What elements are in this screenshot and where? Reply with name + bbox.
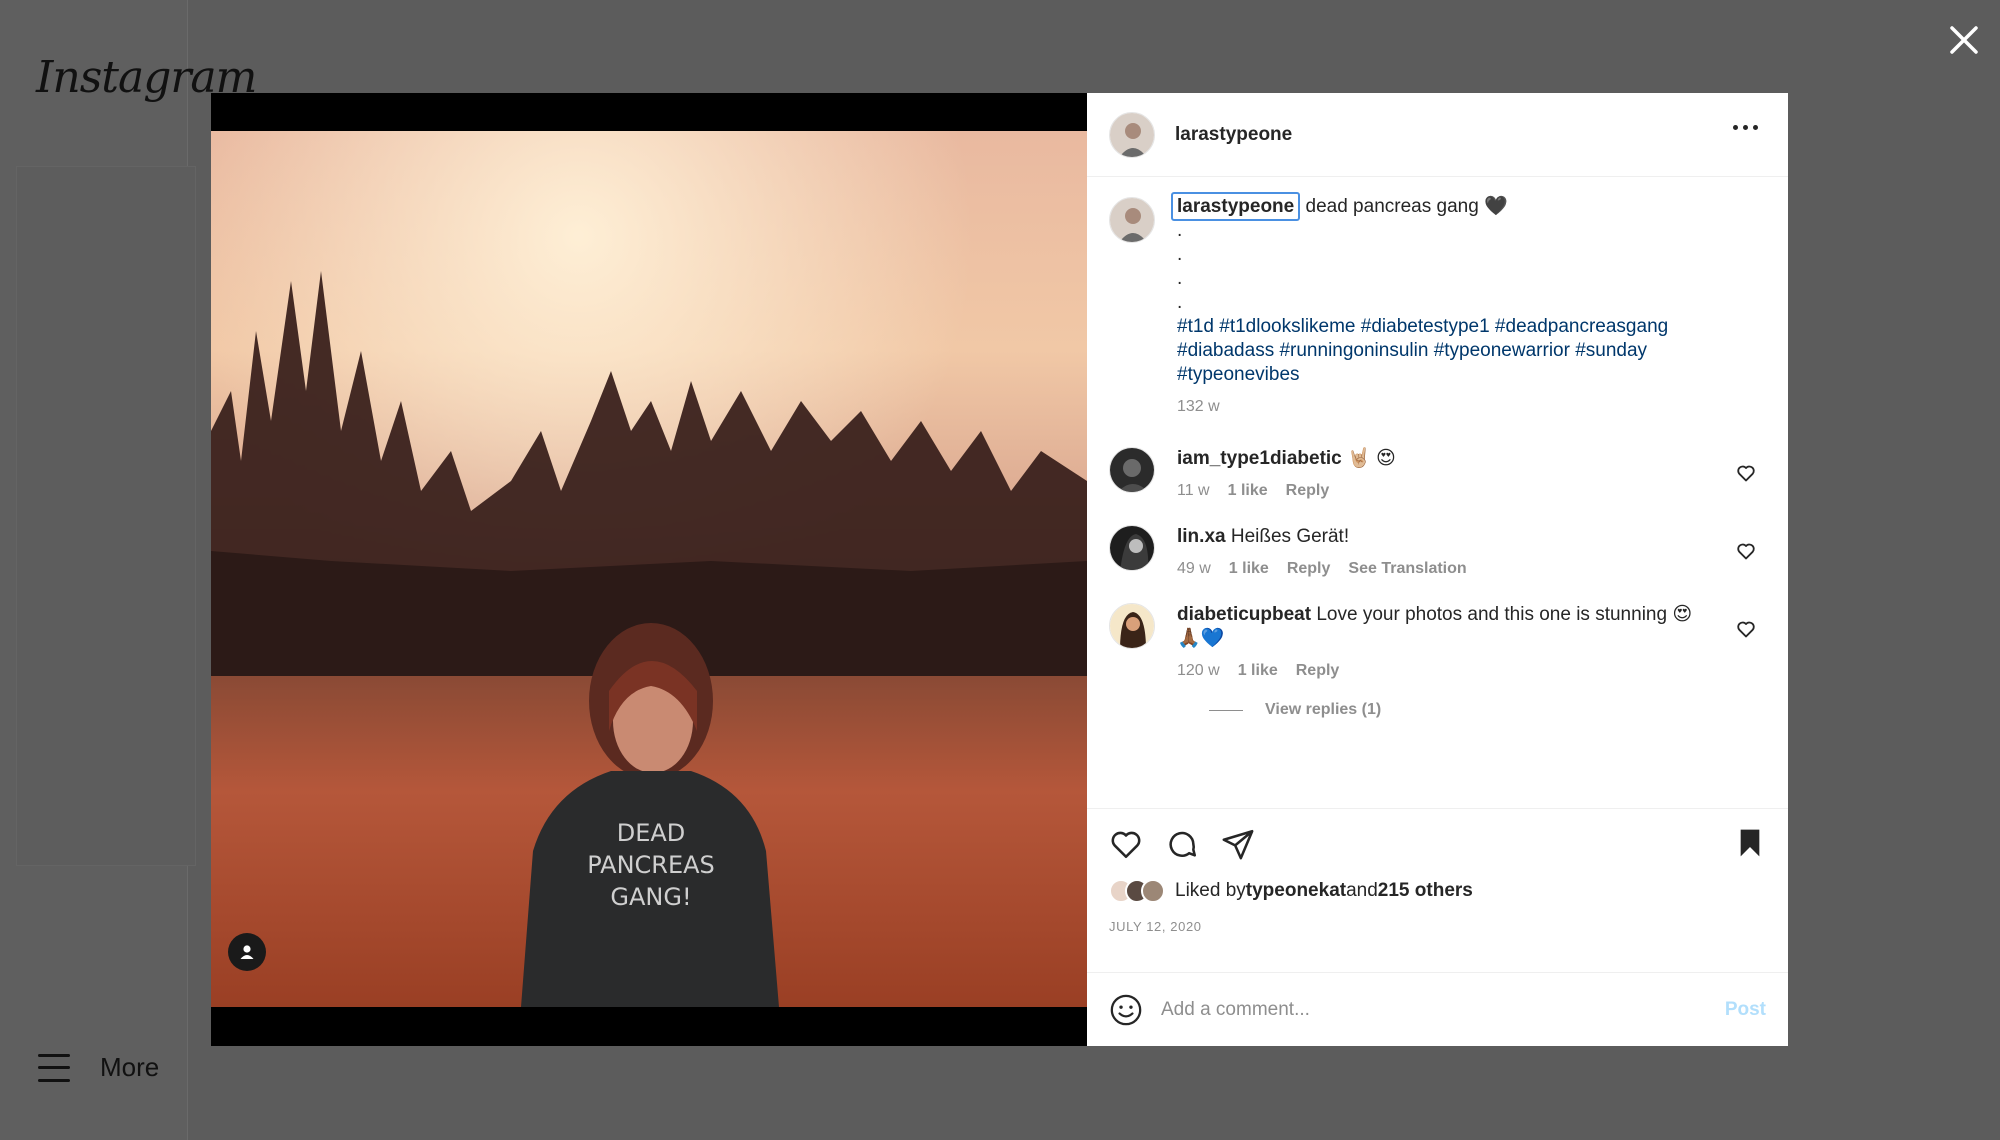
tagged-people-button[interactable]: [228, 933, 266, 971]
comment-input[interactable]: [1161, 998, 1725, 1021]
sidebar: Instagram More: [0, 0, 257, 1140]
user-icon: [240, 945, 254, 959]
caption-hashtags[interactable]: #t1d #t1dlookslikeme #diabetestype1 #dea…: [1177, 315, 1766, 387]
caption-time: 132 w: [1177, 398, 1220, 415]
post-comment-button[interactable]: Post: [1725, 999, 1766, 1021]
sunset-field-photo: DEAD PANCREAS GANG!: [211, 131, 1087, 1007]
reply-button[interactable]: Reply: [1287, 557, 1331, 581]
comment-likes[interactable]: 1 like: [1238, 659, 1278, 683]
caption-avatar[interactable]: [1109, 197, 1155, 243]
comment-likes[interactable]: 1 like: [1229, 557, 1269, 581]
like-comment-heart-icon[interactable]: [1736, 463, 1756, 483]
comment-avatar[interactable]: [1109, 525, 1155, 571]
svg-text:GANG!: GANG!: [610, 883, 691, 911]
more-label: More: [100, 1052, 160, 1082]
post-media: DEAD PANCREAS GANG!: [211, 93, 1087, 1046]
post-modal: DEAD PANCREAS GANG! larastypeone larasty…: [211, 93, 1788, 1046]
emoji-icon[interactable]: [1109, 993, 1143, 1027]
like-heart-icon[interactable]: [1109, 827, 1143, 861]
comment-username[interactable]: diabeticupbeat: [1177, 604, 1311, 625]
comment-time: 49 w: [1177, 560, 1211, 577]
comment-text: 🤘🏼 😍: [1347, 448, 1396, 469]
post-date: JULY 12, 2020: [1109, 919, 1202, 934]
post-actions: Liked by typeonekat and 215 others JULY …: [1087, 808, 1788, 972]
comment-likes[interactable]: 1 like: [1228, 479, 1268, 503]
comment-bubble-icon[interactable]: [1165, 827, 1199, 861]
bookmark-icon[interactable]: [1734, 827, 1766, 859]
like-comment-heart-icon[interactable]: [1736, 619, 1756, 639]
liker-username[interactable]: typeonekat: [1246, 880, 1346, 902]
caption-text: dead pancreas gang 🖤: [1305, 196, 1508, 217]
comment-text: Heißes Gerät!: [1230, 526, 1350, 547]
comment-username[interactable]: lin.xa: [1177, 526, 1226, 547]
liker-avatars: [1109, 879, 1165, 903]
comments-list[interactable]: larastypeone dead pancreas gang 🖤 . . . …: [1087, 177, 1788, 808]
comment-item: lin.xa Heißes Gerät! 49 w 1 like Reply S…: [1109, 525, 1766, 581]
view-replies-button[interactable]: View replies (1): [1209, 701, 1766, 719]
post-details-panel: larastypeone larastypeone dead pancreas …: [1087, 93, 1788, 1046]
comment-item: diabeticupbeat Love your photos and this…: [1109, 603, 1766, 683]
add-comment-bar: Post: [1087, 972, 1788, 1046]
background-feed-card: [16, 166, 196, 866]
reply-button[interactable]: Reply: [1286, 479, 1330, 503]
caption-dots: . . . .: [1177, 220, 1183, 313]
post-image[interactable]: DEAD PANCREAS GANG!: [211, 131, 1087, 1007]
svg-text:DEAD: DEAD: [617, 819, 686, 847]
caption-username[interactable]: larastypeone: [1171, 192, 1301, 221]
comment-avatar[interactable]: [1109, 447, 1155, 493]
share-paper-plane-icon[interactable]: [1221, 827, 1255, 861]
caption: larastypeone dead pancreas gang 🖤 . . . …: [1109, 192, 1766, 419]
divider-line: [1209, 709, 1243, 711]
reply-button[interactable]: Reply: [1296, 659, 1340, 683]
hamburger-icon: [38, 1053, 70, 1082]
comment-text: Love your photos and this one is stunnin…: [1316, 604, 1693, 625]
more-options-icon[interactable]: [1733, 125, 1758, 130]
author-username[interactable]: larastypeone: [1175, 124, 1292, 146]
comment-text-cont: 🙏🏾💙: [1177, 628, 1225, 649]
like-comment-heart-icon[interactable]: [1736, 541, 1756, 561]
comment-avatar[interactable]: [1109, 603, 1155, 649]
see-translation-button[interactable]: See Translation: [1348, 557, 1466, 581]
author-avatar[interactable]: [1109, 111, 1155, 158]
close-icon: [1950, 26, 1978, 54]
close-modal-button[interactable]: [1946, 22, 1982, 58]
comment-item: iam_type1diabetic 🤘🏼 😍 11 w 1 like Reply: [1109, 447, 1766, 503]
svg-text:PANCREAS: PANCREAS: [587, 851, 715, 879]
comment-username[interactable]: iam_type1diabetic: [1177, 448, 1342, 469]
comment-time: 11 w: [1177, 482, 1210, 499]
likes-others-link[interactable]: 215 others: [1378, 880, 1473, 902]
comment-time: 120 w: [1177, 662, 1220, 679]
post-header: larastypeone: [1087, 93, 1788, 177]
more-menu-button[interactable]: More: [38, 1052, 159, 1083]
likes-summary: Liked by typeonekat and 215 others: [1109, 879, 1766, 903]
